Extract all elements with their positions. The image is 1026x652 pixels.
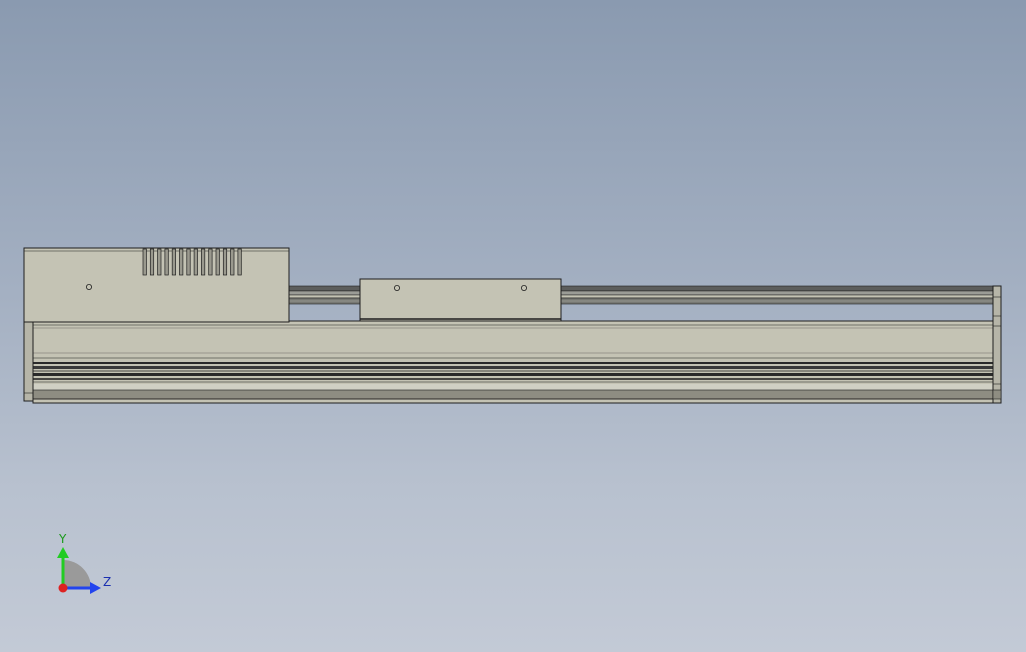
cooling-fin: [208, 248, 213, 276]
cooling-fin: [222, 248, 228, 276]
graphics-viewport[interactable]: Y Z: [0, 0, 1026, 652]
cooling-fin: [171, 248, 176, 276]
orientation-triad: [57, 547, 101, 594]
cooling-fin: [237, 248, 242, 276]
mounting-hole: [86, 283, 93, 290]
cooling-fin: [179, 248, 184, 276]
cooling-fin: [157, 248, 162, 276]
right-end-cap: [992, 285, 1002, 404]
triad-z-label: Z: [103, 575, 112, 589]
cooling-fin: [201, 248, 206, 276]
cooling-fin: [142, 248, 147, 276]
motor-housing: [23, 247, 290, 323]
carriage-block[interactable]: [359, 278, 562, 322]
base-profile: [32, 320, 994, 404]
cooling-fin: [193, 248, 198, 276]
cooling-fin: [186, 248, 191, 276]
x-axis-origin-icon: [58, 583, 68, 593]
mounting-hole: [521, 284, 528, 291]
triad-y-label: Y: [59, 532, 67, 546]
cooling-fin: [215, 248, 220, 276]
cooling-fin: [164, 248, 169, 276]
cooling-fin: [149, 248, 155, 276]
mounting-hole: [393, 284, 400, 291]
left-end-cap: [23, 318, 34, 402]
triad-quadrant: [63, 560, 91, 588]
cooling-fin: [230, 248, 235, 276]
linear-actuator-model[interactable]: [0, 0, 1026, 652]
